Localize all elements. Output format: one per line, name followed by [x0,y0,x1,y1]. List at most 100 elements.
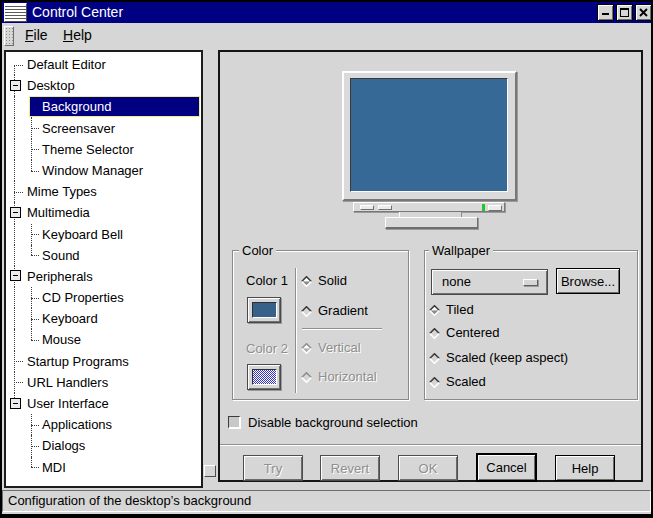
radio-label: Tiled [446,302,474,317]
tree-item-background[interactable]: Background [6,96,201,117]
radio-label: Scaled [446,374,486,389]
revert-button: Revert [320,455,380,481]
radio-icon [301,275,312,286]
tree-item-peripherals[interactable]: Peripherals [6,266,201,287]
menubar-drag-handle[interactable] [4,26,14,46]
tree-line [31,255,39,256]
radio-centered[interactable]: Centered [429,324,499,340]
tree-item-desktop[interactable]: Desktop [6,75,201,96]
tree-item-startup-programs[interactable]: Startup Programs [6,351,201,372]
radio-scaled-keep-aspect[interactable]: Scaled (keep aspect) [429,349,568,365]
tree-item-label: Peripherals [27,266,93,287]
tree-item-label: CD Properties [42,287,124,308]
radio-icon [301,342,312,353]
minimize-button[interactable] [597,4,614,21]
tree-item-keyboard[interactable]: Keyboard [6,308,201,329]
minimize-icon [602,13,609,15]
tree-item-theme-selector[interactable]: Theme Selector [6,139,201,160]
minus-icon [13,212,18,213]
browse-button[interactable]: Browse... [556,268,620,294]
tree-item-label: Startup Programs [27,351,129,372]
button-label: Revert [331,461,369,476]
monitor-base [385,217,478,229]
tree-item-cd-properties[interactable]: CD Properties [6,287,201,308]
color2-button[interactable] [247,364,281,390]
wallpaper-dropdown-value: none [442,270,471,294]
power-led-icon [482,204,485,211]
menu-file[interactable]: File [25,23,48,48]
tree-item-keyboard-bell[interactable]: Keyboard Bell [6,224,201,245]
tree-collapse-icon[interactable] [10,398,21,409]
disable-background-label: Disable background selection [248,415,418,430]
tree-line [31,425,39,426]
radio-icon [429,327,440,338]
color1-button[interactable] [247,297,281,323]
tree-item-label: Background [42,96,111,117]
wallpaper-dropdown[interactable]: none [431,269,548,295]
monitor-button-icon [488,205,502,211]
tree-item-mdi[interactable]: MDI [6,457,201,478]
tree-line [31,340,39,341]
color-group: Color Color 1 Color 2 SolidGradientVerti… [232,250,409,400]
tree-collapse-icon[interactable] [10,270,21,281]
tree-item-url-handlers[interactable]: URL Handlers [6,372,201,393]
tree-line [14,65,23,66]
tree-line [14,329,15,350]
buttons-separator [220,444,641,446]
close-icon [638,7,649,18]
titlebar[interactable]: Control Center [2,2,651,23]
tree-collapse-icon[interactable] [10,207,21,218]
radio-scaled[interactable]: Scaled [429,373,486,389]
tree-line [31,457,32,468]
radio-tiled[interactable]: Tiled [429,301,474,317]
tree-item-mouse[interactable]: Mouse [6,329,201,350]
tree-selection: Background [29,96,200,116]
tree-item-default-editor[interactable]: Default Editor [6,54,201,75]
radio-gradient[interactable]: Gradient [301,302,368,318]
tree-item-label: URL Handlers [27,372,108,393]
tree-item-user-interface[interactable]: User Interface [6,393,201,414]
color2-swatch [252,369,277,385]
tree-item-mime-types[interactable]: Mime Types [6,181,201,202]
window-menu-icon[interactable] [4,3,27,22]
help-button[interactable]: Help [555,455,615,481]
tree-line [31,467,39,468]
tree-item-sound[interactable]: Sound [6,245,201,266]
wallpaper-group-title: Wallpaper [429,243,493,258]
minus-icon [13,403,18,404]
horizontal-separator [302,328,382,330]
radio-icon [301,371,312,382]
tree-line [14,245,15,266]
cancel-button[interactable]: Cancel [476,453,537,482]
radio-icon [301,305,312,316]
maximize-button[interactable] [616,4,633,21]
button-label: OK [419,461,438,476]
tree-item-multimedia[interactable]: Multimedia [6,202,201,223]
tree-line [31,245,32,256]
try-button: Try [243,455,303,481]
tree-collapse-icon[interactable] [10,80,21,91]
tree-item-label: Mime Types [27,181,97,202]
tree-item-applications[interactable]: Applications [6,414,201,435]
splitter-handle[interactable] [204,465,216,477]
vertical-separator [295,268,297,393]
tree-line [14,224,15,245]
color1-swatch [252,302,277,318]
disable-background-row: Disable background selection [228,415,418,430]
tree-item-dialogs[interactable]: Dialogs [6,435,201,456]
radio-solid[interactable]: Solid [301,272,347,288]
radio-label: Horizontal [318,369,377,384]
tree-line [14,382,23,383]
close-button[interactable] [635,4,652,21]
disable-background-checkbox[interactable] [228,416,241,429]
tree-line [31,149,39,150]
menu-help[interactable]: Help [63,23,92,48]
tree-line [14,65,15,76]
tree-line [14,139,15,160]
monitor-button-icon [378,205,392,210]
tree-item-label: MDI [42,457,66,478]
tree-item-screensaver[interactable]: Screensaver [6,118,201,139]
tree-item-label: User Interface [27,393,109,414]
tree-list: Default EditorDesktopBackgroundScreensav… [6,54,201,478]
tree-item-window-manager[interactable]: Window Manager [6,160,201,181]
